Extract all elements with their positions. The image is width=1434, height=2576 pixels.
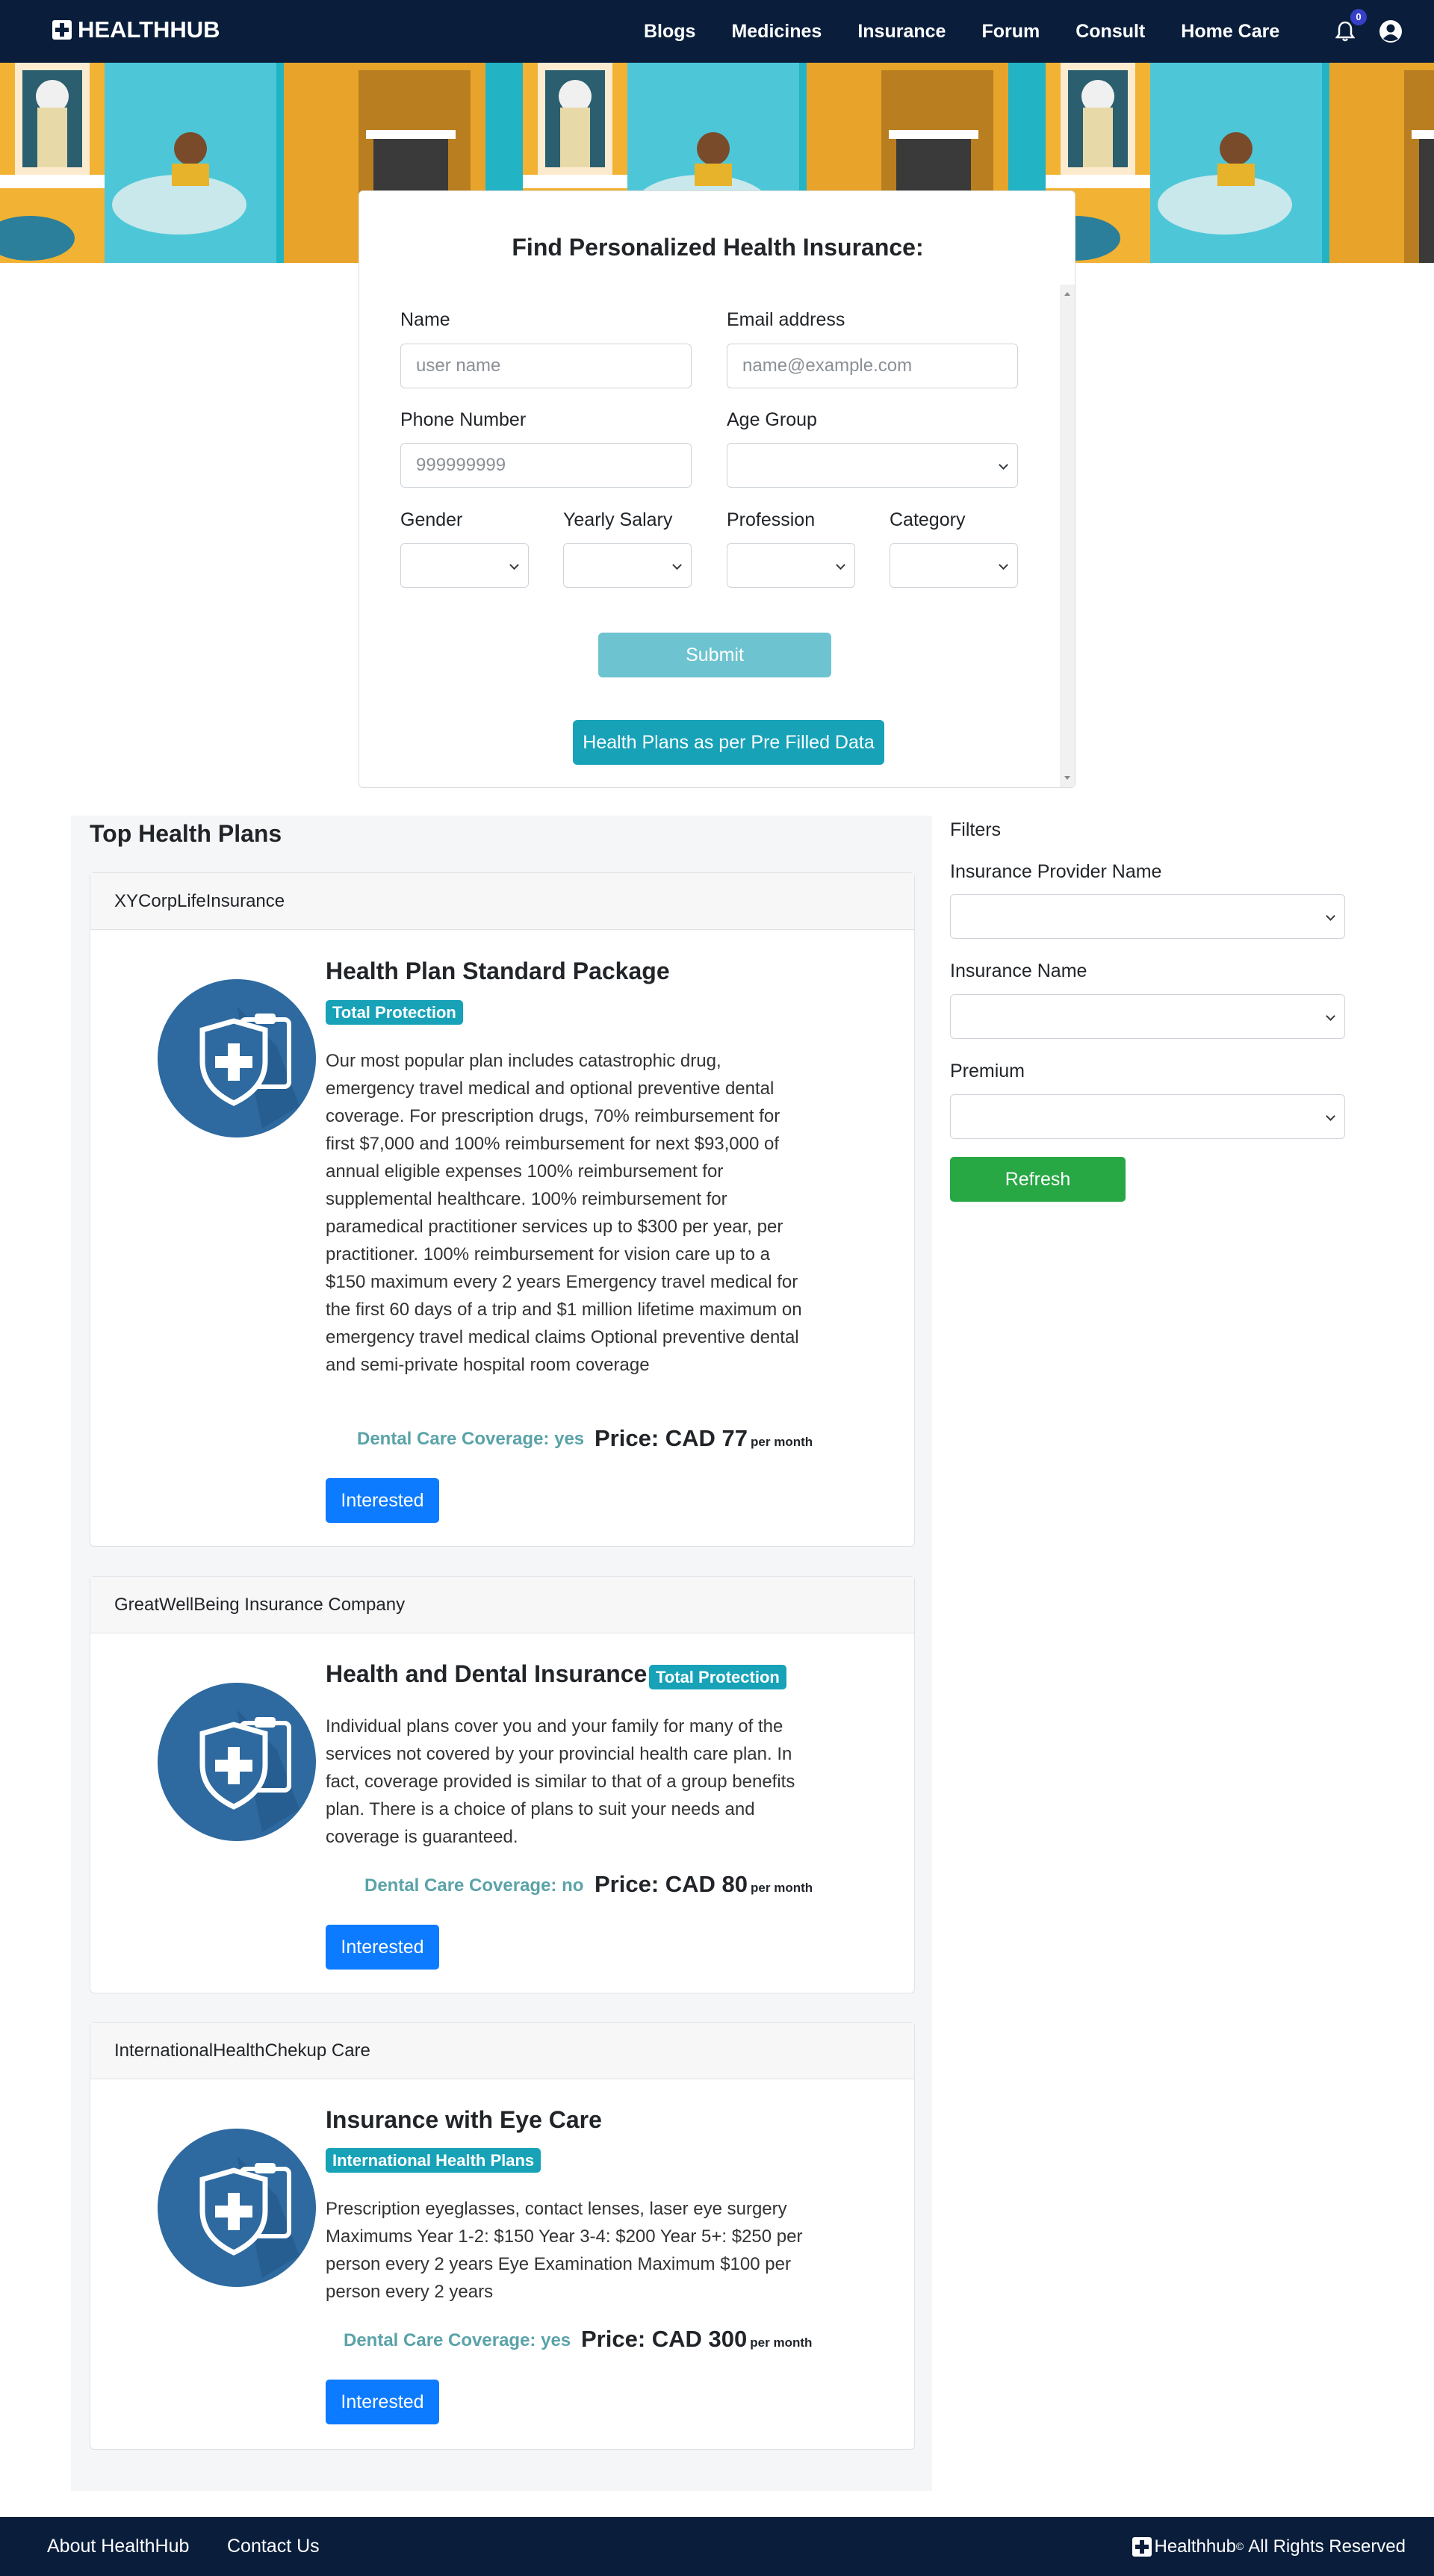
scroll-down-icon[interactable] [1064, 776, 1070, 780]
footer-copyright: Healthhub © All Rights Reserved [1132, 2517, 1406, 2576]
account-icon[interactable] [1379, 19, 1403, 43]
prefilled-plans-button[interactable]: Health Plans as per Pre Filled Data [573, 720, 884, 765]
nav-link-forum[interactable]: Forum [981, 21, 1040, 43]
scroll-up-icon[interactable] [1064, 292, 1070, 296]
nav-link-blogs[interactable]: Blogs [644, 21, 695, 43]
plan-badge: Total Protection [326, 1000, 463, 1025]
premium-filter-select[interactable] [950, 1094, 1345, 1139]
chevron-down-icon [509, 560, 519, 570]
nav-link-insurance[interactable]: Insurance [857, 21, 946, 43]
phone-label: Phone Number [400, 409, 527, 430]
nav-link-consult[interactable]: Consult [1076, 21, 1145, 43]
chevron-down-icon [672, 560, 682, 570]
phone-input[interactable]: 999999999 [400, 443, 692, 488]
plan-name: Health Plan Standard Package [326, 958, 670, 984]
form-title: Find Personalized Health Insurance: [512, 234, 924, 261]
insurance-shield-icon [158, 2129, 316, 2287]
footer-reg: © [1235, 2540, 1244, 2552]
plan-description: Prescription eyeglasses, contact lenses,… [326, 2199, 803, 2302]
nav-link-medicines[interactable]: Medicines [731, 21, 822, 43]
plan-badge: Total Protection [649, 1665, 786, 1689]
insurance-shield-icon [158, 1683, 316, 1841]
provider-filter-label: Insurance Provider Name [950, 861, 1162, 882]
nav-links: Blogs Medicines Insurance Forum Consult … [644, 0, 1315, 63]
plan-badge: International Health Plans [326, 2148, 541, 2173]
age-group-label: Age Group [727, 409, 817, 430]
plan-card: GreatWellBeing Insurance Company Health … [90, 1576, 915, 1993]
interested-button[interactable]: Interested [326, 1478, 439, 1523]
plans-title: Top Health Plans [90, 820, 282, 847]
category-label: Category [890, 509, 966, 530]
nav-link-home-care[interactable]: Home Care [1181, 21, 1279, 43]
about-link[interactable]: About HealthHub [47, 2517, 189, 2576]
plan-price: Price: CAD 80 per month [595, 1871, 813, 1897]
contact-link[interactable]: Contact Us [227, 2517, 320, 2576]
insurance-shield-icon [158, 979, 316, 1138]
name-label: Name [400, 309, 450, 330]
notification-badge: 0 [1350, 9, 1367, 25]
email-label: Email address [727, 309, 845, 330]
dental-coverage: Dental Care Coverage: yes [344, 2330, 571, 2350]
premium-filter-label: Premium [950, 1061, 1025, 1081]
category-select[interactable] [890, 543, 1018, 588]
refresh-button[interactable]: Refresh [950, 1157, 1126, 1202]
email-input[interactable]: name@example.com [727, 344, 1018, 388]
age-group-select[interactable] [727, 443, 1018, 488]
top-navbar: HEALTHHUB Blogs Medicines Insurance Foru… [0, 0, 1434, 63]
plan-provider: GreatWellBeing Insurance Company [90, 1577, 914, 1633]
plan-card: InternationalHealthChekup Care Insurance… [90, 2022, 915, 2450]
chevron-down-icon [999, 460, 1008, 470]
insurance-filter-select[interactable] [950, 994, 1345, 1039]
brand-logo[interactable]: HEALTHHUB [52, 16, 220, 43]
plan-description: Our most popular plan includes catastrop… [326, 1051, 802, 1375]
plan-name: Health and Dental Insurance [326, 1660, 648, 1687]
plan-provider: XYCorpLifeInsurance [90, 873, 914, 930]
provider-filter-select[interactable] [950, 894, 1345, 939]
footer: About HealthHub Contact Us Healthhub © Al… [0, 2517, 1434, 2576]
form-scrollbar[interactable] [1060, 285, 1075, 787]
plan-card: XYCorpLifeInsurance Health Plan Standard… [90, 872, 915, 1547]
profession-label: Profession [727, 509, 816, 530]
footer-rights: All Rights Reserved [1248, 2536, 1406, 2557]
chevron-down-icon [1326, 1111, 1335, 1121]
gender-label: Gender [400, 509, 463, 530]
chevron-down-icon [999, 560, 1008, 570]
salary-label: Yearly Salary [563, 509, 673, 530]
brand-name: HEALTHHUB [78, 16, 220, 43]
bell-icon[interactable] [1335, 21, 1355, 42]
gender-select[interactable] [400, 543, 529, 588]
plan-price: Price: CAD 77 per month [595, 1425, 813, 1451]
dental-coverage: Dental Care Coverage: yes [357, 1429, 585, 1449]
dental-coverage: Dental Care Coverage: no [364, 1875, 584, 1896]
chevron-down-icon [836, 560, 845, 570]
submit-button[interactable]: Submit [598, 633, 831, 677]
insurance-form-card: Find Personalized Health Insurance: [358, 190, 1076, 788]
medical-cross-icon [1132, 2536, 1152, 2557]
footer-brand: Healthhub [1154, 2536, 1236, 2557]
plan-description: Individual plans cover you and your fami… [326, 1716, 795, 1847]
name-input[interactable]: user name [400, 344, 692, 388]
interested-button[interactable]: Interested [326, 2380, 439, 2424]
plan-name: Insurance with Eye Care [326, 2106, 602, 2133]
medical-cross-icon [52, 20, 72, 40]
profession-select[interactable] [727, 543, 855, 588]
plan-provider: InternationalHealthChekup Care [90, 2023, 914, 2079]
salary-select[interactable] [563, 543, 692, 588]
plan-price: Price: CAD 300 per month [581, 2326, 813, 2352]
filters-title: Filters [950, 819, 1002, 840]
interested-button[interactable]: Interested [326, 1925, 439, 1970]
chevron-down-icon [1326, 1011, 1335, 1021]
chevron-down-icon [1326, 911, 1335, 921]
insurance-filter-label: Insurance Name [950, 960, 1087, 981]
